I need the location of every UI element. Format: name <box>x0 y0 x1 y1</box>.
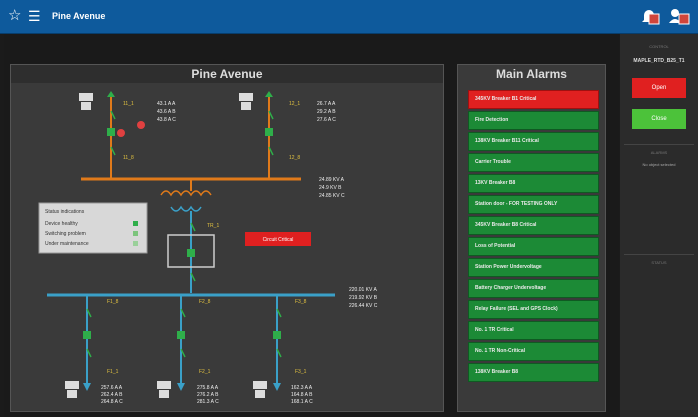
measurement: 257.6 A A <box>101 385 123 391</box>
status-indications-box: Status indications Device healthy Switch… <box>38 202 148 254</box>
alarm-item[interactable]: No. 1 TR Non-Critical <box>468 342 599 361</box>
measurement: 24.89 KV A <box>319 177 345 183</box>
divider <box>624 254 694 255</box>
measurement: 24.9 KV B <box>319 185 342 191</box>
measurement: 27.6 A C <box>317 117 336 123</box>
main-alarms-panel: Main Alarms 345KV Breaker B1 Critical Fi… <box>457 64 606 412</box>
bottom-feeder-3: F3_8 F3_1 <box>253 295 307 398</box>
breaker[interactable] <box>265 128 273 136</box>
measurement: 275.8 A A <box>197 385 219 391</box>
breaker[interactable] <box>177 331 185 339</box>
alarm-item[interactable]: 345KV Breaker B8 Critical <box>468 216 599 235</box>
diagram-svg: 11_1 11_8 12_1 12_8 43.1 A A 43.6 A B 43… <box>38 91 378 405</box>
measurement: 220.01 KV A <box>349 287 377 293</box>
measurement: 162.3 A A <box>291 385 313 391</box>
breaker[interactable] <box>107 128 115 136</box>
measurement: 219.92 KV B <box>349 295 378 301</box>
alarm-item[interactable]: 345KV Breaker B1 Critical <box>468 90 599 109</box>
alarm-item[interactable]: Carrier Trouble <box>468 153 599 172</box>
alarm-item[interactable]: Station door - FOR TESTING ONLY <box>468 195 599 214</box>
measurement: 43.6 A B <box>157 109 176 115</box>
diagram-title: Pine Avenue <box>11 65 443 83</box>
breaker[interactable] <box>273 331 281 339</box>
users-icon[interactable] <box>668 7 692 27</box>
alarm-item[interactable]: Loss of Potential <box>468 237 599 256</box>
svg-text:F3_1: F3_1 <box>295 369 307 375</box>
top-bar: ☆ ☰ Pine Avenue <box>0 0 698 34</box>
control-label: CONTROL <box>649 44 669 49</box>
one-line-diagram: Pine Avenue 11_1 11_8 12_1 12_8 43.1 A A… <box>10 64 444 412</box>
status-row: Device healthy <box>45 221 78 227</box>
svg-text:12_1: 12_1 <box>289 101 300 107</box>
control-sidebar: CONTROL MAPLE_RTD_B25_T1 Open Close ALAR… <box>620 34 698 417</box>
measurement: 26.7 A A <box>317 101 336 107</box>
svg-text:11_8: 11_8 <box>123 155 134 161</box>
page-title: Pine Avenue <box>52 11 106 21</box>
status-row: Under maintenance <box>45 241 89 247</box>
close-button[interactable]: Close <box>632 109 686 129</box>
svg-text:F1_8: F1_8 <box>107 299 119 305</box>
measurement: 264.8 A C <box>101 399 123 405</box>
alarm-item[interactable]: 138KV Breaker B11 Critical <box>468 132 599 151</box>
measurement: 29.2 A B <box>317 109 336 115</box>
hamburger-menu-icon[interactable]: ☰ <box>28 8 41 24</box>
open-button[interactable]: Open <box>632 78 686 98</box>
top-left-feeder: 11_1 11_8 <box>79 91 145 178</box>
measurement: 281.3 A C <box>197 399 219 405</box>
breaker[interactable] <box>83 331 91 339</box>
alarm-item[interactable]: Station Power Undervoltage <box>468 258 599 277</box>
measurement: 43.8 A C <box>157 117 176 123</box>
measurement: 262.4 A B <box>101 392 123 398</box>
alerts-icon[interactable] <box>640 8 660 26</box>
svg-text:11_1: 11_1 <box>123 101 134 107</box>
alarm-item[interactable]: Battery Charger Undervoltage <box>468 279 599 298</box>
bottom-feeder-2: F2_8 F2_1 <box>157 295 211 398</box>
measurement: 24.85 KV C <box>319 193 345 199</box>
svg-text:F3_8: F3_8 <box>295 299 307 305</box>
star-icon[interactable]: ☆ <box>8 8 21 24</box>
status-box-title: Status indications <box>45 209 85 215</box>
svg-text:F2_8: F2_8 <box>199 299 211 305</box>
alarm-item[interactable]: Relay Failure (SEL and GPS Clock) <box>468 300 599 319</box>
svg-text:12_8: 12_8 <box>289 155 300 161</box>
alarm-item[interactable]: 138KV Breaker B8 <box>468 363 599 382</box>
svg-text:F1_1: F1_1 <box>107 369 119 375</box>
alarm-item[interactable]: Fire Detection <box>468 111 599 130</box>
measurement: 226.44 KV C <box>349 303 378 309</box>
alarms-title: Main Alarms <box>496 67 567 81</box>
top-right-feeder: 12_1 12_8 <box>239 91 300 178</box>
measurement: 168.1 A C <box>291 399 313 405</box>
alarms-empty-text: No object selected <box>642 162 676 167</box>
status-label: STATUS <box>651 260 667 265</box>
divider <box>624 144 694 145</box>
svg-text:TR_1: TR_1 <box>207 223 219 229</box>
status-row: Switching problem <box>45 231 86 237</box>
measurement: 164.8 A B <box>291 392 313 398</box>
measurement: 43.1 A A <box>157 101 176 107</box>
svg-text:F2_1: F2_1 <box>199 369 211 375</box>
transformer[interactable]: TR_1 <box>160 179 219 293</box>
bottom-feeder-1: F1_8 F1_1 <box>65 295 119 398</box>
alarm-item[interactable]: 13KV Breaker B8 <box>468 174 599 193</box>
alarm-item[interactable]: No. 1 TR Critical <box>468 321 599 340</box>
fault-label: Circuit Critical <box>263 237 294 243</box>
breaker[interactable] <box>187 249 195 257</box>
device-name: MAPLE_RTD_B25_T1 <box>633 58 685 64</box>
measurement: 276.2 A B <box>197 392 219 398</box>
alarms-label: ALARMS <box>650 150 668 155</box>
